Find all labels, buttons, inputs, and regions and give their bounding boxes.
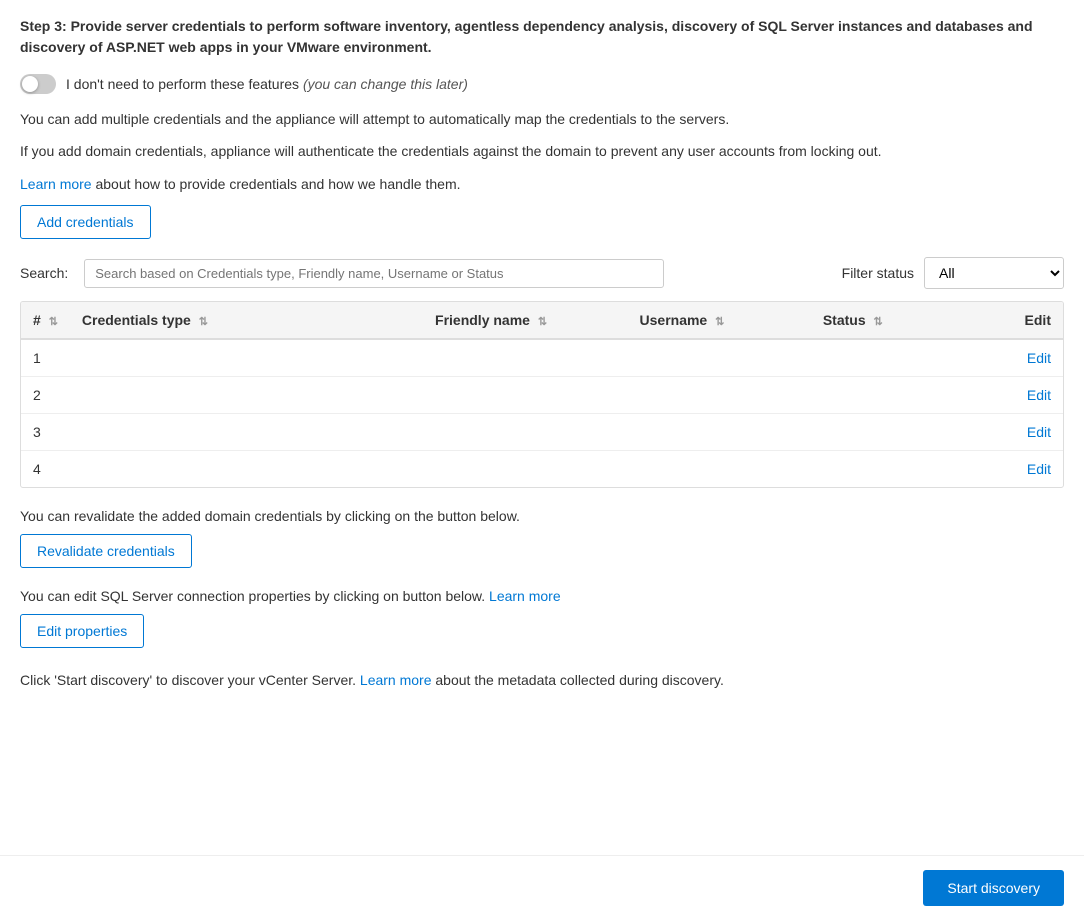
learn-more-link-1[interactable]: Learn more <box>20 176 92 192</box>
cell-num-4: 4 <box>21 451 70 488</box>
cell-username-1 <box>628 339 811 377</box>
col-header-cred-type: Credentials type ⇅ <box>70 302 423 339</box>
sort-icon-friendly[interactable]: ⇅ <box>538 315 547 328</box>
learn-more-row: Learn more about how to provide credenti… <box>20 173 1064 195</box>
edit-link-1[interactable]: Edit <box>1027 350 1051 366</box>
revalidate-credentials-button[interactable]: Revalidate credentials <box>20 534 192 568</box>
cell-username-4 <box>628 451 811 488</box>
toggle-row: I don't need to perform these features (… <box>20 74 1064 94</box>
discovery-text-before: Click 'Start discovery' to discover your… <box>20 672 356 688</box>
cell-friendly-2 <box>423 377 627 414</box>
table-row: 4 Edit <box>21 451 1063 488</box>
sql-text-before: You can edit SQL Server connection prope… <box>20 588 485 604</box>
col-header-username: Username ⇅ <box>628 302 811 339</box>
cell-edit-2: Edit <box>1013 377 1063 414</box>
table-row: 3 Edit <box>21 414 1063 451</box>
cell-cred-type-3 <box>70 414 423 451</box>
sql-section: You can edit SQL Server connection prope… <box>20 588 1064 648</box>
cell-status-4 <box>811 451 1013 488</box>
table-header: # ⇅ Credentials type ⇅ Friendly name ⇅ U… <box>21 302 1063 339</box>
sort-icon-username[interactable]: ⇅ <box>715 315 724 328</box>
cell-friendly-1 <box>423 339 627 377</box>
table-header-row: # ⇅ Credentials type ⇅ Friendly name ⇅ U… <box>21 302 1063 339</box>
col-header-edit: Edit <box>1013 302 1063 339</box>
discovery-text: Click 'Start discovery' to discover your… <box>20 672 1064 688</box>
search-label: Search: <box>20 265 68 281</box>
search-row: Search: Filter status All Valid Invalid … <box>20 257 1064 289</box>
cell-cred-type-4 <box>70 451 423 488</box>
filter-status-select[interactable]: All Valid Invalid Pending <box>924 257 1064 289</box>
credentials-table-container: # ⇅ Credentials type ⇅ Friendly name ⇅ U… <box>20 301 1064 488</box>
filter-row: Filter status All Valid Invalid Pending <box>842 257 1064 289</box>
search-input[interactable] <box>84 259 664 288</box>
edit-link-2[interactable]: Edit <box>1027 387 1051 403</box>
revalidate-text: You can revalidate the added domain cred… <box>20 508 1064 524</box>
cell-num-3: 3 <box>21 414 70 451</box>
cell-num-2: 2 <box>21 377 70 414</box>
sql-learn-more-link[interactable]: Learn more <box>489 588 561 604</box>
credentials-table: # ⇅ Credentials type ⇅ Friendly name ⇅ U… <box>21 302 1063 487</box>
discovery-section: Click 'Start discovery' to discover your… <box>20 672 1064 688</box>
table-body: 1 Edit 2 Edit 3 <box>21 339 1063 487</box>
start-discovery-button[interactable]: Start discovery <box>923 870 1064 906</box>
bottom-bar: Start discovery <box>0 855 1084 920</box>
col-header-num: # ⇅ <box>21 302 70 339</box>
revalidate-section: You can revalidate the added domain cred… <box>20 508 1064 568</box>
edit-link-3[interactable]: Edit <box>1027 424 1051 440</box>
sql-text: You can edit SQL Server connection prope… <box>20 588 1064 604</box>
discovery-text-after: about the metadata collected during disc… <box>435 672 723 688</box>
cell-status-3 <box>811 414 1013 451</box>
toggle-label: I don't need to perform these features (… <box>66 76 468 92</box>
cell-friendly-3 <box>423 414 627 451</box>
cell-friendly-4 <box>423 451 627 488</box>
toggle-switch[interactable] <box>20 74 56 94</box>
cell-edit-4: Edit <box>1013 451 1063 488</box>
table-row: 1 Edit <box>21 339 1063 377</box>
col-header-friendly-name: Friendly name ⇅ <box>423 302 627 339</box>
cell-status-2 <box>811 377 1013 414</box>
cell-cred-type-1 <box>70 339 423 377</box>
sort-icon-status[interactable]: ⇅ <box>874 315 883 328</box>
step-title: Step 3: Provide server credentials to pe… <box>20 16 1064 58</box>
info-text-1: You can add multiple credentials and the… <box>20 108 1064 130</box>
cell-status-1 <box>811 339 1013 377</box>
table-row: 2 Edit <box>21 377 1063 414</box>
cell-num-1: 1 <box>21 339 70 377</box>
info-text-2: If you add domain credentials, appliance… <box>20 140 1064 162</box>
toggle-thumb <box>22 76 38 92</box>
edit-properties-button[interactable]: Edit properties <box>20 614 144 648</box>
discovery-learn-more-link[interactable]: Learn more <box>360 672 432 688</box>
cell-username-3 <box>628 414 811 451</box>
sort-icon-num[interactable]: ⇅ <box>49 315 58 328</box>
col-header-status: Status ⇅ <box>811 302 1013 339</box>
cell-cred-type-2 <box>70 377 423 414</box>
sort-icon-cred[interactable]: ⇅ <box>199 315 208 328</box>
cell-edit-3: Edit <box>1013 414 1063 451</box>
cell-edit-1: Edit <box>1013 339 1063 377</box>
filter-status-label: Filter status <box>842 265 914 281</box>
toggle-track <box>20 74 56 94</box>
cell-username-2 <box>628 377 811 414</box>
add-credentials-button[interactable]: Add credentials <box>20 205 151 239</box>
edit-link-4[interactable]: Edit <box>1027 461 1051 477</box>
learn-more-suffix: about how to provide credentials and how… <box>92 176 461 192</box>
